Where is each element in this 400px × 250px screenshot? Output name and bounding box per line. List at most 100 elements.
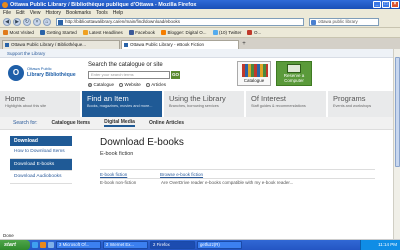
nav-subtext: Highlights about this site (5, 104, 47, 108)
minimize-button[interactable]: _ (373, 1, 381, 8)
catalogue-button[interactable]: Catalogue (237, 61, 271, 86)
taskbar-item-active[interactable]: 2 Firefox (150, 241, 195, 249)
forward-button[interactable]: ▶ (13, 17, 21, 26)
stop-button[interactable]: × (33, 17, 41, 26)
menu-help[interactable]: Help (113, 10, 123, 16)
close-button[interactable]: × (391, 1, 399, 8)
library-logo[interactable]: O Ottawa Public Library Bibliothèque (8, 63, 76, 85)
logo-mark-icon: O (8, 65, 24, 81)
site-search-input[interactable]: Enter your search terms (88, 71, 170, 79)
nav-heading: Home (5, 94, 26, 103)
sidebar-item-download-ebooks[interactable]: Download E-books (10, 158, 72, 171)
nav-heading: Programs (333, 94, 366, 103)
nav-home[interactable]: Home Highlights about this site (0, 91, 82, 117)
support-link[interactable]: Support the Library (0, 49, 393, 58)
logo-line2: Library Bibliothèque (27, 72, 76, 78)
status-text: Done (3, 233, 14, 238)
nav-subtext: Staff guides & recommendations (251, 104, 306, 108)
bookmark-icon (39, 30, 45, 35)
radio-catalogue[interactable]: Catalogue (88, 82, 114, 87)
menu-history[interactable]: History (45, 10, 61, 16)
nav-subtext: Events and workshops (333, 104, 372, 108)
radio-icon (145, 82, 150, 87)
bookmark-item[interactable]: O... (247, 30, 261, 35)
sidebar: Download How to Download Items Download … (10, 136, 72, 184)
nav-of-interest[interactable]: Of Interest Staff guides & recommendatio… (246, 91, 328, 117)
ebook-link-row: E-book fiction Browse e-book fiction (100, 169, 375, 179)
nav-heading: Find an Item (87, 94, 129, 103)
books-icon (242, 64, 268, 77)
nav-programs[interactable]: Programs Events and workshops (328, 91, 393, 117)
navigation-toolbar: ◀ ▶ ↻ × ⌂ http://biblioottawalibrary.ca/… (0, 16, 400, 28)
reload-button[interactable]: ↻ (23, 17, 31, 26)
quicklaunch-desktop-icon[interactable] (48, 242, 54, 248)
firefox-icon (2, 1, 8, 8)
ebook-row-2: E-book non-fiction Are OverDrive reader … (100, 180, 375, 188)
search-go-button[interactable]: GO (171, 71, 180, 79)
sidebar-item-download-audiobooks[interactable]: Download Audiobooks (10, 171, 72, 184)
tab-favicon-icon (124, 43, 128, 47)
bookmark-icon (247, 30, 253, 35)
ebook-fiction-link[interactable]: E-book fiction (100, 172, 160, 177)
nav-find-an-item[interactable]: Find an Item Books, magazines, movies an… (82, 91, 164, 117)
taskbar-item[interactable]: 3 Microsoft Of... (56, 241, 101, 249)
page-subtitle: E-book fiction (100, 151, 134, 157)
nav-using-the-library[interactable]: Using the Library Branches, borrowing se… (164, 91, 246, 117)
quicklaunch-firefox-icon[interactable] (40, 242, 46, 248)
search-engine-icon (311, 19, 316, 25)
radio-selected-icon (88, 82, 92, 87)
bookmark-item[interactable]: Blogger: Digital O... (161, 30, 207, 35)
bookmark-item[interactable]: Latest Headlines (82, 30, 123, 35)
taskbar-item[interactable]: getfuzz(R) (197, 241, 242, 249)
url-text: http://biblioottawalibrary.ca/en/main/fi… (65, 18, 180, 24)
search-for-label: Search for: (13, 120, 38, 126)
subnav-catalogue-items[interactable]: Catalogue Items (51, 120, 90, 126)
quicklaunch-ie-icon[interactable] (32, 242, 38, 248)
nav-subtext: Books, magazines, movies and more... (87, 104, 153, 108)
radio-website[interactable]: Website (119, 82, 141, 87)
menu-view[interactable]: View (30, 10, 41, 16)
computer-icon (287, 64, 301, 73)
bookmark-item[interactable]: Most Visited (3, 30, 34, 35)
page-title: Download E-books (100, 137, 184, 148)
subnav-online-articles[interactable]: Online Articles (149, 120, 184, 126)
bookmark-item[interactable]: (10) Twitter (212, 30, 241, 35)
back-button[interactable]: ◀ (3, 17, 11, 26)
sidebar-item-how-to-download[interactable]: How to Download Items (10, 146, 72, 159)
main-navigation: Home Highlights about this site Find an … (0, 91, 393, 117)
start-button[interactable]: start (0, 240, 30, 250)
scrollbar-thumb[interactable] (395, 57, 400, 167)
bookmark-icon (3, 30, 8, 35)
radio-articles[interactable]: Articles (145, 82, 166, 87)
menu-bar: File Edit View History Bookmarks Tools H… (0, 9, 400, 16)
taskbar-item[interactable]: 2 Internet Ex... (103, 241, 148, 249)
facebook-icon (128, 30, 134, 35)
menu-tools[interactable]: Tools (96, 10, 108, 16)
url-bar[interactable]: http://biblioottawalibrary.ca/en/main/fi… (56, 17, 304, 26)
browse-ebook-fiction-link[interactable]: Browse e-book fiction (160, 172, 203, 177)
bookmark-item[interactable]: Getting Started (39, 30, 77, 35)
new-tab-button[interactable]: + (240, 41, 248, 49)
nav-heading: Using the Library (169, 94, 226, 103)
subnav-digital-media[interactable]: Digital Media (104, 119, 135, 127)
browser-tab-active[interactable]: Ottawa Public Library - eBook Fiction (121, 40, 239, 49)
menu-bookmarks[interactable]: Bookmarks (66, 10, 91, 16)
system-tray-clock: 11:14 PM (360, 240, 400, 250)
web-search-box[interactable]: ottawa public library (309, 17, 379, 26)
menu-file[interactable]: File (3, 10, 11, 16)
menu-edit[interactable]: Edit (16, 10, 25, 16)
site-favicon-icon (58, 19, 63, 25)
tab-favicon-icon (5, 43, 9, 47)
ebook-nonfiction-text: E-book non-fiction (100, 180, 137, 185)
blogger-icon (161, 30, 167, 35)
home-button[interactable]: ⌂ (43, 17, 51, 26)
catalogue-label: Catalogue (243, 78, 265, 83)
maximize-button[interactable]: □ (382, 1, 390, 8)
bookmark-item[interactable]: Facebook (128, 30, 155, 35)
windows-taskbar: start 3 Microsoft Of... 2 Internet Ex...… (0, 240, 400, 250)
window-title: Ottawa Public Library / Bibliothèque pub… (10, 1, 197, 8)
reserve-computer-button[interactable]: Reserve a Computer (276, 61, 312, 86)
vertical-scrollbar[interactable] (393, 49, 400, 239)
browser-tab[interactable]: Ottawa Public Library / Bibliothèque... (2, 40, 120, 49)
search-for-bar: Search for: Catalogue Items Digital Medi… (0, 117, 393, 130)
